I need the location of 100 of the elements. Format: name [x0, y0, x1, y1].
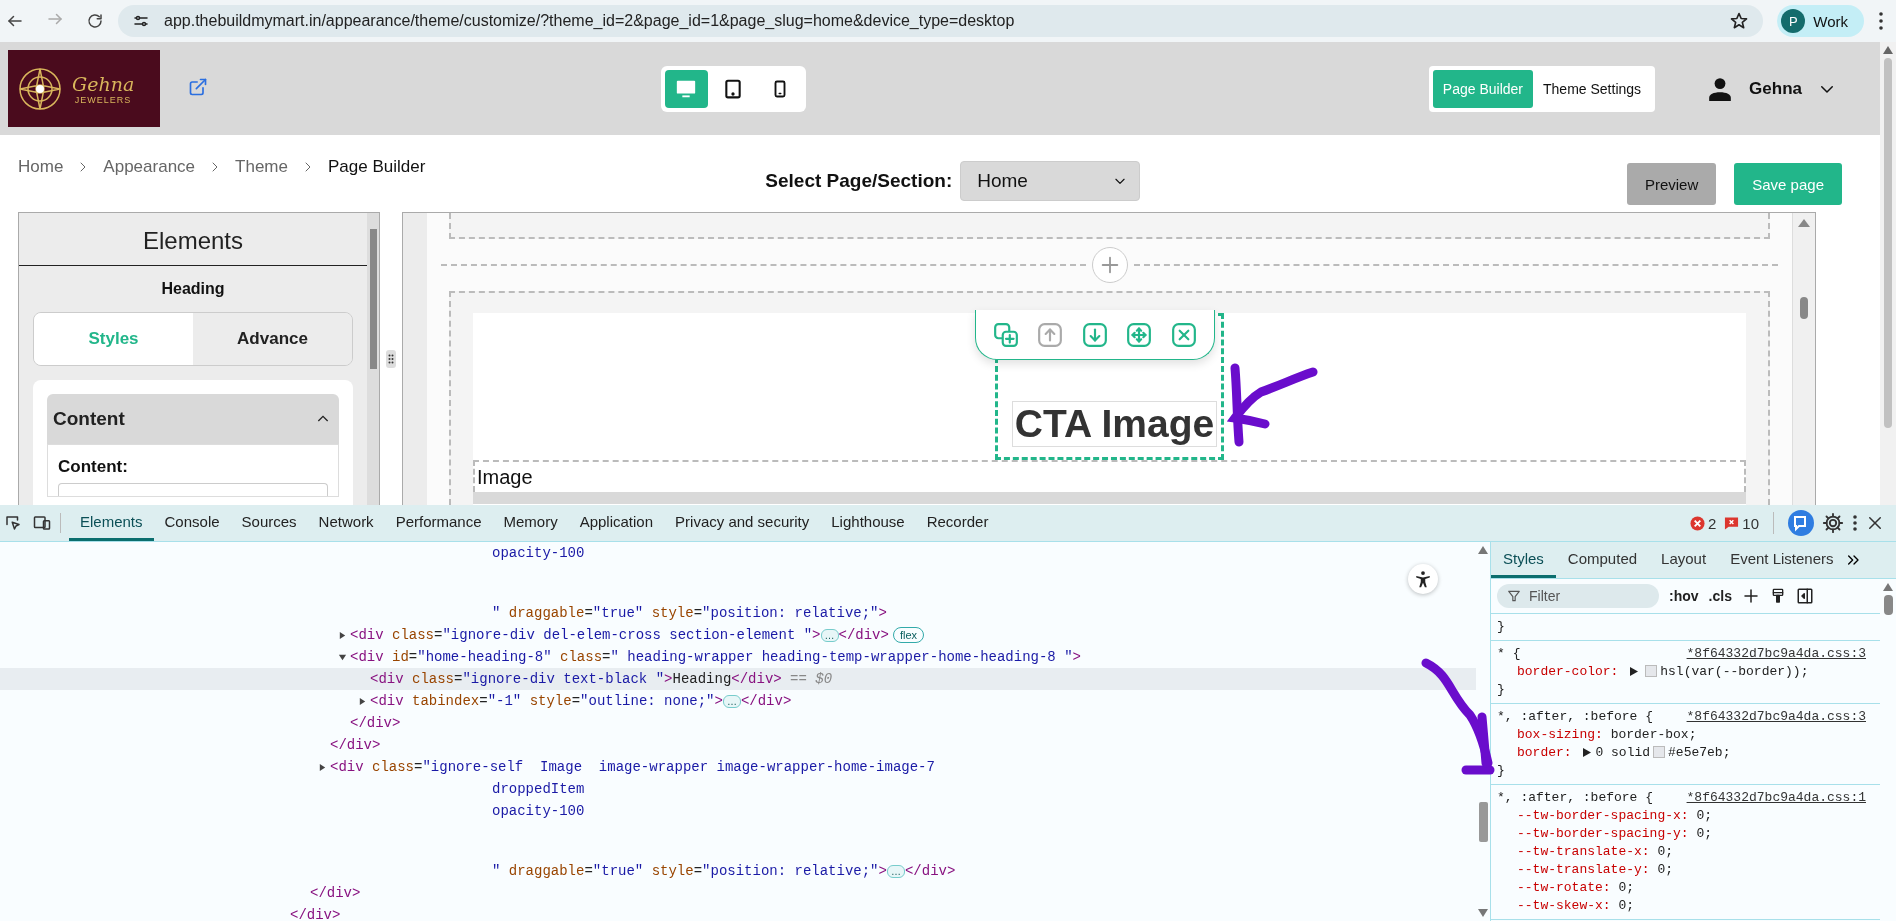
code-text: </div>	[290, 907, 341, 921]
scroll-up-icon[interactable]	[1478, 546, 1488, 554]
preview-button[interactable]: Preview	[1626, 163, 1717, 205]
scrollbar-thumb[interactable]	[1478, 801, 1488, 842]
toolbar-button[interactable]	[1126, 321, 1153, 348]
kebab-menu-icon[interactable]	[1878, 11, 1884, 31]
page-select[interactable]: Home	[960, 161, 1141, 201]
plus-icon[interactable]	[1741, 587, 1760, 605]
scroll-up-icon[interactable]	[1883, 583, 1893, 591]
devtools-tab[interactable]: Sources	[230, 505, 308, 541]
disclosure-triangle-icon[interactable]	[318, 762, 327, 772]
mode-tab[interactable]: Theme Settings	[1533, 69, 1652, 108]
expand-triangle-icon[interactable]	[1583, 747, 1592, 757]
scrollbar-thumb[interactable]	[1884, 58, 1892, 428]
external-link-icon[interactable]	[188, 76, 208, 97]
disclosure-triangle-icon[interactable]	[338, 630, 347, 640]
css-value: 0;	[1618, 897, 1635, 913]
accessibility-button[interactable]	[1408, 564, 1438, 594]
styles-tab[interactable]: Styles	[1491, 542, 1556, 578]
toolbar-button[interactable]	[1170, 321, 1197, 348]
code-text: </div>	[310, 885, 361, 901]
arrow-down-icon	[1081, 321, 1108, 348]
kebab-menu-icon[interactable]	[1852, 514, 1858, 532]
address-bar[interactable]: app.thebuildmymart.in/appearance/theme/customize/?theme_id=2&page_id=1&page_slug=home&device_type=desktop	[118, 5, 1764, 37]
profile-button[interactable]: P Work	[1777, 5, 1864, 37]
scrollbar-thumb[interactable]	[1883, 595, 1893, 615]
toolbar-button[interactable]	[993, 321, 1019, 348]
url-text: app.thebuildmymart.in/appearance/theme/customize/?theme_id=2&page_id=1&page_slug=home&device_type=desktop	[164, 12, 1016, 30]
user-icon	[1707, 75, 1734, 102]
scrollbar[interactable]	[1792, 213, 1815, 505]
accordion-header[interactable]: Content	[47, 394, 339, 444]
breadcrumb-link[interactable]: Home	[18, 157, 64, 177]
code-text: </div>	[740, 693, 792, 709]
scrollbar-thumb[interactable]	[369, 229, 377, 369]
code-text: <div class="ignore-div del-elem-cross section-element ">	[350, 627, 821, 643]
ellipsis-button[interactable]: …	[722, 694, 741, 708]
error-count[interactable]: 2	[1689, 514, 1717, 532]
source-link[interactable]: *8f64332d7bc9a4da.css:3	[1686, 645, 1880, 661]
expand-triangle-icon[interactable]	[1630, 666, 1639, 676]
scrollbar[interactable]	[1880, 42, 1896, 505]
scrollbar-thumb[interactable]	[1800, 297, 1808, 319]
devtools-tab[interactable]: Network	[307, 505, 385, 541]
ai-assistant-icon[interactable]	[1788, 510, 1814, 536]
devtools-tab[interactable]: Memory	[492, 505, 569, 541]
disclosure-triangle-icon[interactable]	[358, 696, 367, 706]
issue-count[interactable]: 10	[1724, 514, 1759, 532]
css-value: 0;	[1696, 825, 1713, 841]
css-property: box-sizing:	[1517, 726, 1603, 742]
code-text: </div>	[330, 737, 381, 753]
devtools-tab[interactable]: Lighthouse	[820, 505, 916, 541]
breadcrumb-link[interactable]: Theme	[235, 157, 288, 177]
add-section-button[interactable]	[1091, 247, 1128, 283]
disclosure-triangle-icon[interactable]	[338, 652, 347, 662]
css-property: --tw-translate-x:	[1517, 843, 1650, 859]
devtools-tab[interactable]: Application	[568, 505, 665, 541]
arrow-up-icon	[1037, 321, 1064, 348]
scroll-up-icon[interactable]	[1798, 219, 1810, 227]
devtools-tab[interactable]: Recorder	[915, 505, 1000, 541]
toggle-link[interactable]: :hov	[1669, 588, 1699, 604]
ellipsis-button[interactable]: …	[820, 628, 839, 642]
breadcrumb-link[interactable]: Appearance	[103, 157, 196, 177]
color-swatch[interactable]	[1653, 746, 1666, 758]
css-property: --tw-rotate:	[1517, 879, 1611, 895]
devtools-tab[interactable]: Privacy and security	[664, 505, 821, 541]
scroll-down-icon[interactable]	[1478, 909, 1488, 917]
devtools-tab[interactable]: Elements	[69, 505, 154, 541]
toolbar-button[interactable]	[1081, 321, 1108, 348]
filter-icon	[1507, 589, 1521, 603]
device-toolbar-icon[interactable]	[32, 514, 52, 532]
styles-tab[interactable]: Computed	[1555, 542, 1650, 578]
close-icon[interactable]	[1866, 514, 1884, 532]
toggle-link[interactable]: .cls	[1708, 588, 1732, 604]
user-name[interactable]: Gehna	[1749, 78, 1802, 99]
ellipsis-button[interactable]: …	[886, 864, 905, 878]
source-link[interactable]: *8f64332d7bc9a4da.css:3	[1686, 708, 1880, 724]
reload-icon	[86, 12, 104, 30]
scroll-up-icon[interactable]	[1883, 46, 1893, 54]
color-swatch[interactable]	[1645, 665, 1658, 677]
inspect-icon[interactable]	[4, 514, 22, 532]
code-text: </div>	[838, 627, 889, 643]
styles-tab[interactable]: Event Listeners	[1718, 542, 1846, 578]
content-field[interactable]	[58, 483, 328, 496]
filter-field[interactable]: Filter	[1497, 584, 1659, 608]
css-brace: {	[1511, 645, 1521, 661]
devtools-tab[interactable]: Console	[153, 505, 231, 541]
accessibility-icon	[1414, 570, 1432, 588]
brand-logo[interactable]: Gehna JEWELERS	[8, 50, 160, 127]
scrollbar[interactable]	[367, 213, 379, 505]
duplicate-icon	[993, 321, 1019, 348]
resize-handle[interactable]	[386, 349, 396, 368]
css-value: border-box;	[1610, 726, 1697, 742]
styles-tab[interactable]: Layout	[1649, 542, 1719, 578]
element-name: Heading	[160, 279, 226, 299]
heading-text[interactable]: CTA Image	[1011, 401, 1218, 447]
breadcrumb-link[interactable]: Page Builder	[327, 157, 426, 177]
css-property: --tw-border-spacing-x:	[1517, 807, 1689, 823]
settings-icon[interactable]	[1822, 512, 1844, 534]
devtools-tab[interactable]: Performance	[384, 505, 493, 541]
sidebar-toggle-icon[interactable]	[1795, 587, 1814, 605]
source-link[interactable]: *8f64332d7bc9a4da.css:1	[1686, 789, 1880, 805]
